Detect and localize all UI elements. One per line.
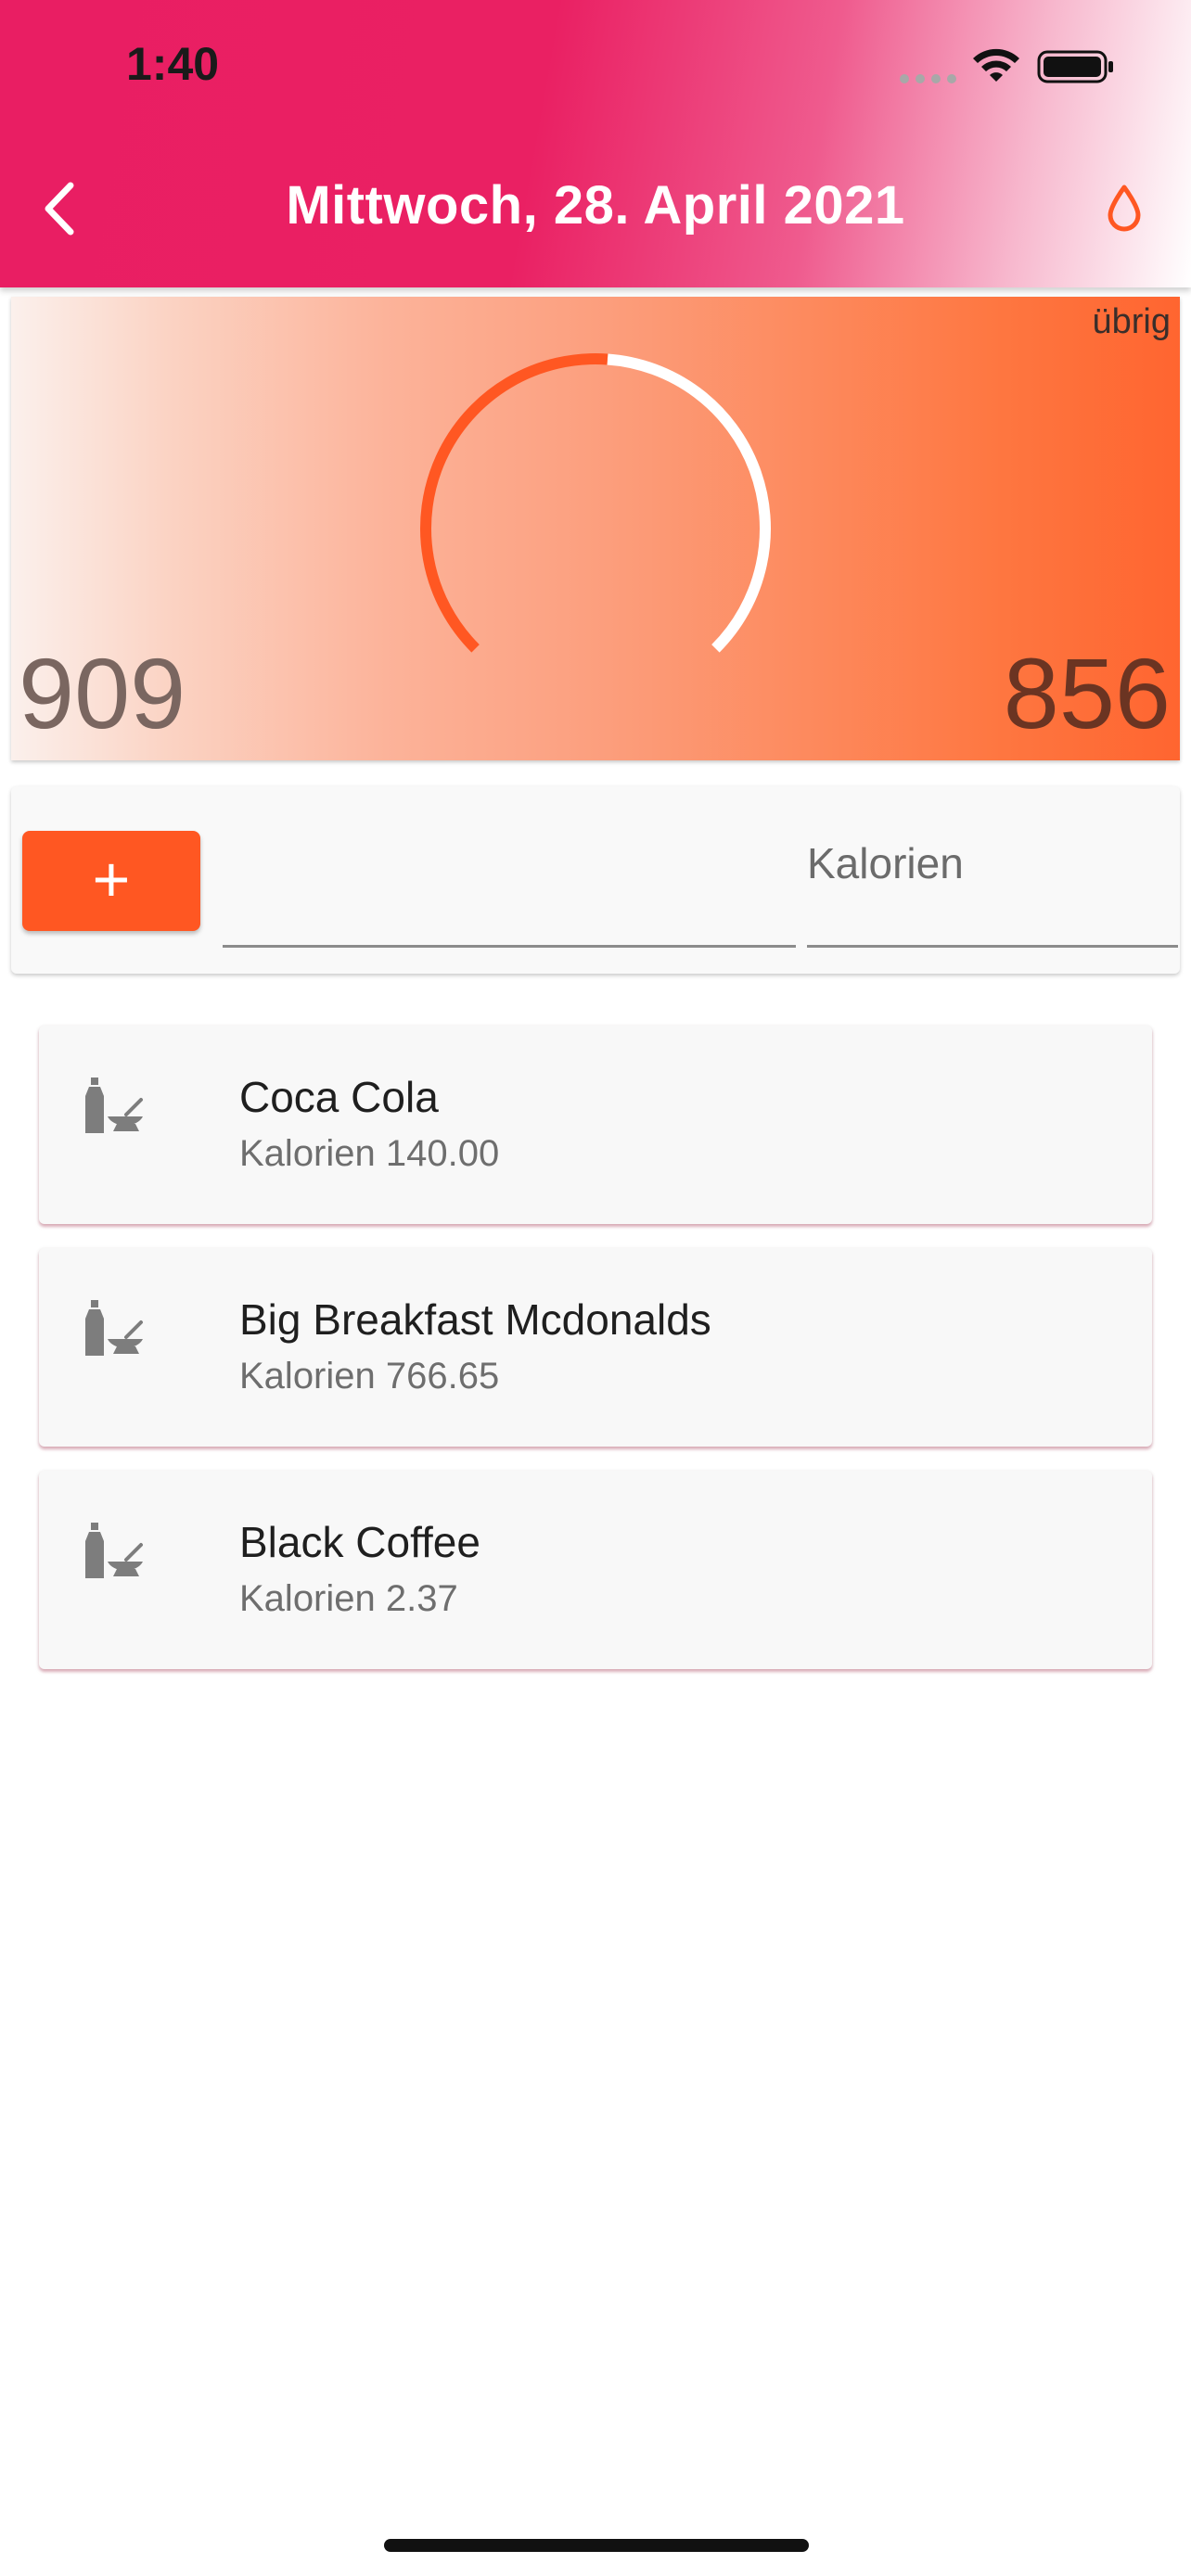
food-name: Black Coffee <box>239 1518 480 1566</box>
food-calories: Kalorien 766.65 <box>239 1356 500 1396</box>
wifi-icon <box>973 48 1019 82</box>
calorie-gauge-card: übrig 909 856 <box>11 297 1180 760</box>
food-icon <box>85 1523 143 1578</box>
calorie-input[interactable] <box>807 842 1178 948</box>
battery-icon <box>1037 50 1113 83</box>
food-list: Coca Cola Kalorien 140.00 Big Breakfast … <box>39 1026 1152 1693</box>
water-drop-icon[interactable] <box>1104 182 1145 234</box>
gauge-progress <box>420 353 608 653</box>
list-item[interactable]: Black Coffee Kalorien 2.37 <box>39 1471 1152 1669</box>
add-food-card: + Kalorien <box>11 786 1180 974</box>
gauge-track <box>607 353 771 653</box>
remaining-label: übrig <box>1092 302 1172 341</box>
status-time: 1:40 <box>126 38 220 90</box>
food-name: Coca Cola <box>239 1073 439 1121</box>
app-header: 1:40 Mittwoch, 28. April 2021 <box>0 0 1191 287</box>
food-calories: Kalorien 140.00 <box>239 1133 500 1174</box>
add-food-button[interactable]: + <box>22 831 200 931</box>
food-name-input[interactable] <box>223 842 796 948</box>
food-icon <box>85 1300 143 1356</box>
list-item[interactable]: Big Breakfast Mcdonalds Kalorien 766.65 <box>39 1248 1152 1447</box>
food-calories: Kalorien 2.37 <box>239 1578 458 1619</box>
food-icon <box>85 1078 143 1133</box>
remaining-calories: 856 <box>1003 637 1171 749</box>
list-item[interactable]: Coca Cola Kalorien 140.00 <box>39 1026 1152 1224</box>
home-indicator <box>384 2539 809 2552</box>
food-name: Big Breakfast Mcdonalds <box>239 1295 711 1344</box>
page-title: Mittwoch, 28. April 2021 <box>286 175 905 236</box>
cellular-signal-icon <box>900 74 957 83</box>
consumed-calories: 909 <box>19 637 186 749</box>
